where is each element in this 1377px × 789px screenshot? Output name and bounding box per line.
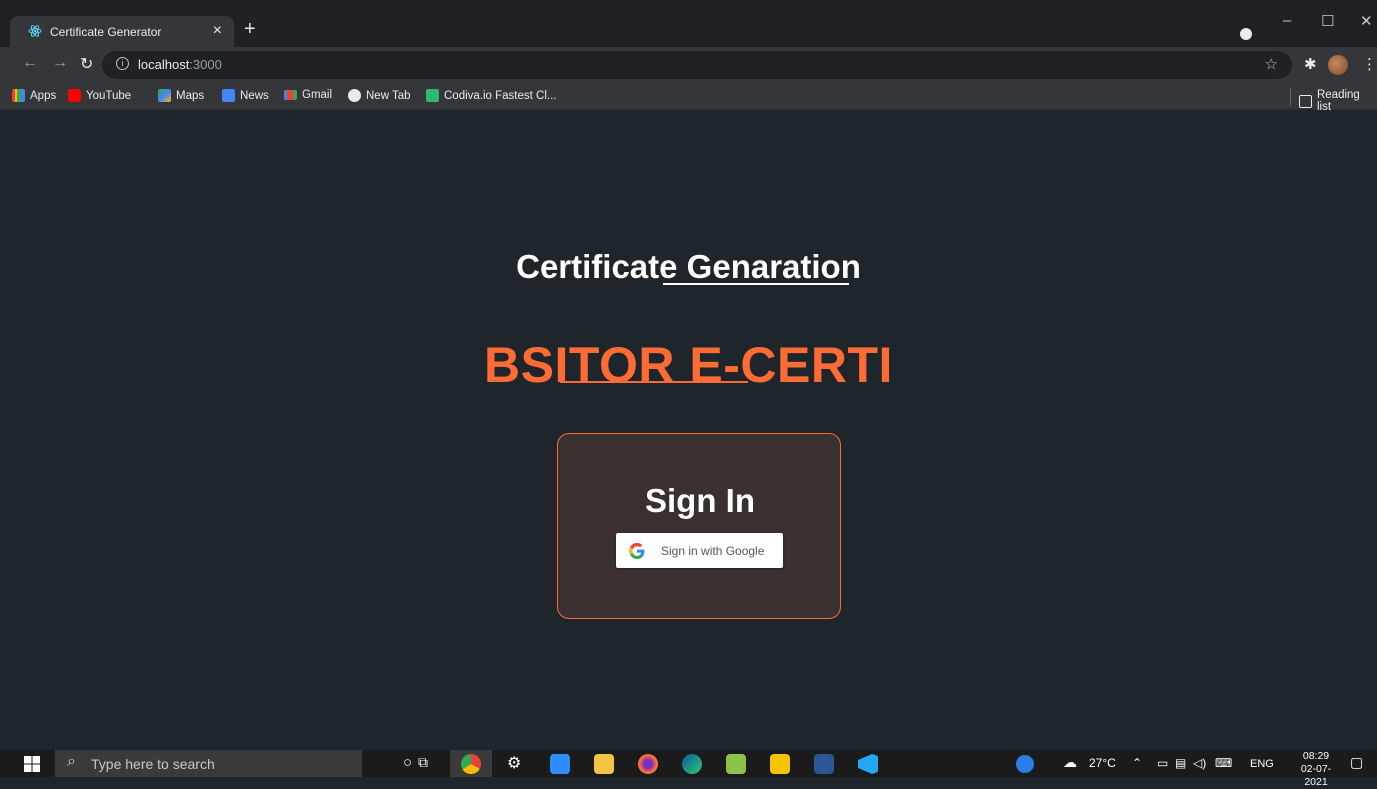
back-arrow-icon[interactable]: ← (22, 54, 38, 72)
weather-temperature[interactable]: 27°C (1089, 756, 1116, 770)
google-sign-in-label: Sign in with Google (661, 544, 765, 558)
bookmark-apps[interactable]: Apps (12, 89, 56, 102)
minimize-button[interactable]: – (1283, 12, 1291, 29)
bookmark-codiva[interactable]: Codiva.io Fastest Cl... (426, 89, 556, 102)
vscode-icon[interactable] (858, 754, 878, 774)
maps-icon (158, 89, 171, 102)
settings-gear-icon[interactable]: ⚙ (507, 753, 521, 773)
apps-grid-icon (12, 89, 25, 102)
bookmarks-bar: Apps YouTube Maps News Gmail New Tab Cod… (0, 84, 1377, 113)
bookmark-new-tab[interactable]: New Tab (348, 89, 411, 102)
maximize-button[interactable]: ☐ (1321, 12, 1334, 30)
news-icon (222, 89, 235, 102)
menu-kebab-icon[interactable]: ⋮ (1362, 55, 1377, 73)
show-hidden-icons-chevron-icon[interactable]: ⌃ (1132, 756, 1142, 770)
battery-icon[interactable]: ▭ (1157, 756, 1168, 770)
tab-title: Certificate Generator (50, 25, 162, 39)
page-title: Certificate Genaration (516, 248, 861, 285)
notepad-plus-icon[interactable] (726, 754, 746, 774)
url-text[interactable]: localhost:3000 (138, 57, 222, 72)
extensions-puzzle-icon[interactable]: ✱ (1304, 55, 1317, 73)
firefox-icon[interactable] (638, 754, 658, 774)
brand-title: BSITOR E-CERTI (484, 337, 893, 393)
system-clock[interactable]: 08:29 02-07-2021 (1296, 750, 1336, 789)
file-explorer-icon[interactable] (594, 754, 614, 774)
bookmark-youtube[interactable]: YouTube (68, 89, 131, 102)
address-bar[interactable]: i localhost:3000 ☆ (102, 51, 1292, 79)
volume-icon[interactable]: ◁) (1193, 756, 1206, 770)
react-icon (28, 25, 42, 37)
taskbar-search-box[interactable]: ⌕ Type here to search (55, 750, 362, 777)
search-icon: ⌕ (67, 753, 76, 770)
new-tab-button[interactable]: + (244, 18, 256, 41)
tab-search-icon[interactable] (1240, 28, 1252, 40)
weather-cloud-icon[interactable]: ☁ (1063, 754, 1077, 771)
google-g-icon (629, 543, 645, 559)
task-view-icon[interactable]: ⧉ (418, 754, 428, 771)
close-window-button[interactable]: ✕ (1360, 12, 1373, 30)
sticky-notes-icon[interactable] (770, 754, 790, 774)
help-icon[interactable] (1016, 755, 1034, 773)
notification-center-icon[interactable]: ▢ (1350, 754, 1363, 771)
keyboard-icon[interactable]: ⌨ (1215, 756, 1232, 770)
network-icon[interactable]: ▤ (1175, 756, 1186, 770)
bookmarks-divider (1290, 88, 1291, 106)
forward-arrow-icon[interactable]: → (52, 54, 68, 72)
browser-tab[interactable]: Certificate Generator × (10, 16, 234, 47)
sign-in-card: Sign In Sign in with Google (557, 433, 841, 619)
brand-underline (560, 381, 748, 383)
bookmark-news[interactable]: News (222, 89, 269, 102)
language-indicator[interactable]: ENG (1250, 758, 1274, 770)
bookmark-maps[interactable]: Maps (158, 89, 204, 102)
chrome-icon[interactable] (461, 754, 481, 774)
clock-date: 02-07-2021 (1300, 763, 1332, 788)
browser-tab-strip: Certificate Generator × + – ☐ ✕ (0, 0, 1377, 47)
windows-start-icon[interactable] (24, 756, 40, 772)
windows-taskbar: ⌕ Type here to search ○ ⧉ ⚙ ☁ 27°C ⌃ ▭ ▤… (0, 750, 1377, 788)
reading-list-icon (1299, 94, 1312, 108)
sign-in-heading: Sign In (645, 482, 755, 519)
codiva-icon (426, 89, 439, 102)
bookmark-star-icon[interactable]: ☆ (1265, 55, 1278, 73)
tab-close-button[interactable]: × (213, 22, 222, 40)
clock-time: 08:29 (1302, 750, 1330, 762)
gmail-icon (284, 90, 297, 100)
reload-icon[interactable]: ↻ (80, 54, 93, 74)
powershell-icon[interactable] (814, 754, 834, 774)
site-info-icon[interactable]: i (116, 57, 129, 70)
globe-icon (348, 89, 361, 102)
zoom-icon[interactable] (550, 754, 570, 774)
search-placeholder: Type here to search (91, 756, 215, 772)
youtube-icon (68, 89, 81, 102)
edge-icon[interactable] (682, 754, 702, 774)
bookmark-gmail[interactable]: Gmail (284, 89, 332, 101)
profile-avatar[interactable] (1328, 55, 1348, 75)
google-sign-in-button[interactable]: Sign in with Google (616, 533, 783, 568)
browser-toolbar: ← → ↻ i localhost:3000 ☆ ✱ ⋮ (0, 47, 1377, 84)
cortana-icon[interactable]: ○ (403, 754, 412, 771)
title-underline (663, 283, 849, 285)
app-viewport (10, 110, 1377, 750)
